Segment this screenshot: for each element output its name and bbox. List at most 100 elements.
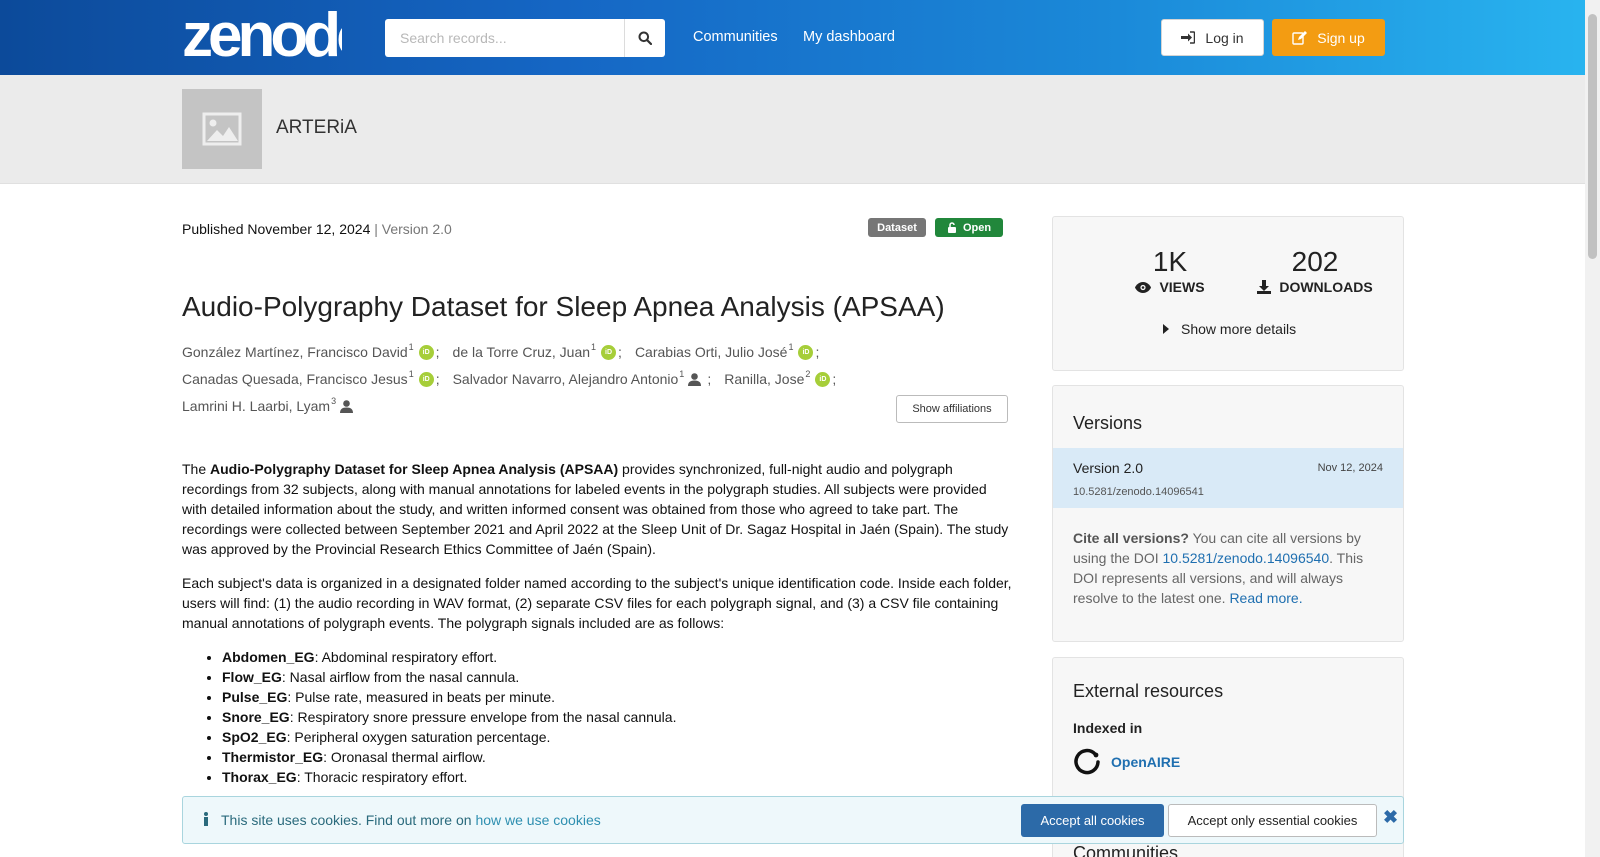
creator-name: Ranilla, Jose (724, 371, 805, 387)
indexed-in-label: Indexed in (1073, 720, 1143, 736)
description-paragraph-2: Each subject's data is organized in a de… (182, 573, 1012, 633)
openaire-link[interactable]: OpenAIRE (1073, 748, 1180, 776)
resource-type-label: Dataset (877, 221, 917, 234)
versions-title: Versions (1073, 413, 1143, 433)
nav-my-dashboard[interactable]: My dashboard (803, 29, 895, 45)
orcid-icon[interactable]: iD (418, 344, 434, 360)
version-item-current[interactable]: Version 2.0 Nov 12, 2024 10.5281/zenodo.… (1053, 448, 1403, 508)
creator-item[interactable]: Salvador Navarro, Alejandro Antonio 1 (453, 369, 702, 387)
communities-section-title: Communities (1073, 843, 1179, 857)
version-name: Version 2.0 (1073, 460, 1144, 476)
concept-doi-link[interactable]: 10.5281/zenodo.14096540 (1163, 550, 1330, 566)
search-button[interactable] (624, 19, 665, 57)
signal-description: : Oronasal thermal airflow. (323, 749, 486, 765)
login-button[interactable]: Log in (1161, 19, 1264, 56)
affiliation-number: 3 (331, 396, 337, 406)
orcid-icon[interactable]: iD (418, 371, 434, 387)
creator-item[interactable]: Ranilla, Jose 2 iD (724, 369, 831, 387)
signal-item: Snore_EG: Respiratory snore pressure env… (222, 707, 676, 727)
record-version: | Version 2.0 (374, 221, 452, 237)
signal-description: : Thoracic respiratory effort. (296, 769, 468, 785)
cookie-banner: This site uses cookies. Find out more on… (182, 796, 1404, 844)
creator-item[interactable]: de la Torre Cruz, Juan 1 iD (452, 342, 617, 360)
sign-in-icon (1181, 31, 1196, 44)
affiliation-number: 1 (591, 342, 597, 352)
signup-button[interactable]: Sign up (1272, 19, 1385, 56)
community-banner: ARTERiA (0, 75, 1600, 184)
accept-all-label: Accept all cookies (1040, 813, 1145, 828)
creators-line: Lamrini H. Laarbi, Lyam 3 (182, 396, 354, 414)
creator-separator: ; (832, 371, 837, 387)
signal-name: Abdomen_EG (222, 649, 315, 665)
external-resources-title: External resources (1073, 681, 1224, 701)
search-input[interactable] (385, 19, 624, 57)
cookie-message-text: This site uses cookies. Find out more on (221, 812, 476, 828)
signal-item: Thorax_EG: Thoracic respiratory effort. (222, 767, 676, 787)
signal-item: Thermistor_EG: Oronasal thermal airflow. (222, 747, 676, 767)
accept-essential-label: Accept only essential cookies (1187, 813, 1358, 828)
creator-item[interactable]: Carabias Orti, Julio José 1 iD (634, 342, 814, 360)
orcid-icon[interactable]: iD (601, 344, 617, 360)
signal-item: Flow_EG: Nasal airflow from the nasal ca… (222, 667, 676, 687)
signal-list: Abdomen_EG: Abdominal respiratory effort… (222, 647, 676, 787)
show-affiliations-label: Show affiliations (912, 403, 992, 415)
creators-line: González Martínez, Francisco David 1 iD; de… (182, 342, 832, 360)
signal-description: : Nasal airflow from the nasal cannula. (281, 669, 520, 685)
signal-name: Pulse_EG (222, 689, 288, 705)
views-label: VIEWS (1159, 279, 1205, 295)
dataset-name-bold: Audio-Polygraphy Dataset for Sleep Apnea… (210, 461, 619, 477)
accept-essential-cookies-button[interactable]: Accept only essential cookies (1168, 804, 1377, 837)
record-title: Audio-Polygraphy Dataset for Sleep Apnea… (182, 291, 945, 322)
show-affiliations-button[interactable]: Show affiliations (896, 395, 1008, 423)
signal-item: Abdomen_EG: Abdominal respiratory effort… (222, 647, 676, 667)
zenodo-logo[interactable]: zenodo (182, 6, 342, 64)
signal-name: Snore_EG (222, 709, 290, 725)
access-status-label: Open (962, 221, 992, 234)
description-paragraph-1: The Audio-Polygraphy Dataset for Sleep A… (182, 459, 1012, 559)
accept-all-cookies-button[interactable]: Accept all cookies (1021, 804, 1164, 837)
creator-separator: ; (815, 344, 820, 360)
creator-item[interactable]: González Martínez, Francisco David 1 iD (182, 342, 434, 360)
search-icon (638, 31, 652, 45)
affiliation-number: 2 (805, 369, 811, 379)
page-scrollbar[interactable] (1585, 0, 1600, 857)
show-more-details-label: Show more details (1181, 321, 1297, 337)
cite-all-versions-heading: Cite all versions? (1073, 530, 1189, 546)
community-name[interactable]: ARTERiA (276, 117, 357, 139)
scrollbar-thumb[interactable] (1588, 14, 1597, 259)
creator-name: de la Torre Cruz, Juan (452, 344, 591, 360)
description-intro: The (182, 461, 211, 477)
stats-card: 1K VIEWS 202 DOWNLOADS Show more details (1052, 216, 1404, 371)
publication-info: Published November 12, 2024 | Version 2.… (182, 221, 452, 237)
show-more-details-toggle[interactable]: Show more details (1163, 321, 1296, 337)
creator-name: Lamrini H. Laarbi, Lyam (182, 398, 331, 414)
signup-label: Sign up (1317, 29, 1365, 46)
edit-icon (1292, 30, 1308, 45)
versions-card: Versions Version 2.0 Nov 12, 2024 10.528… (1052, 385, 1404, 642)
close-icon[interactable]: ✖ (1383, 807, 1398, 828)
nav-communities[interactable]: Communities (693, 29, 778, 45)
creator-name: Carabias Orti, Julio José (634, 344, 788, 360)
caret-right-icon (1163, 324, 1169, 334)
resource-type-badge: Dataset (868, 218, 926, 237)
eye-icon (1135, 281, 1152, 293)
download-icon (1257, 280, 1272, 294)
svg-text:zenodo: zenodo (182, 6, 342, 64)
creator-item[interactable]: Lamrini H. Laarbi, Lyam 3 (182, 396, 354, 414)
info-icon (204, 812, 208, 826)
unlock-icon (947, 222, 956, 233)
orcid-icon[interactable]: iD (815, 371, 831, 387)
version-doi: 10.5281/zenodo.14096541 (1073, 486, 1204, 498)
community-logo[interactable] (182, 89, 262, 169)
cookie-policy-link[interactable]: how we use cookies (475, 812, 600, 828)
orcid-icon[interactable]: iD (798, 344, 814, 360)
creator-item[interactable]: Canadas Quesada, Francisco Jesus 1 iD (182, 369, 434, 387)
image-placeholder-icon (202, 112, 242, 146)
affiliation-number: 1 (408, 342, 414, 352)
downloads-count: 202 (1291, 246, 1339, 277)
read-more-link[interactable]: Read more. (1229, 590, 1302, 606)
published-prefix: Published (182, 221, 244, 237)
views-count: 1K (1152, 246, 1188, 277)
creator-separator: ; (435, 371, 440, 387)
creator-name: González Martínez, Francisco David (182, 344, 408, 360)
